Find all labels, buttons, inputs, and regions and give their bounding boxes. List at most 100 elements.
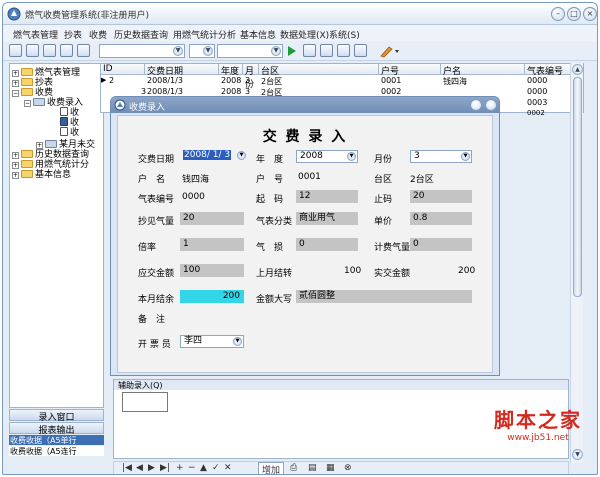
print-icon[interactable]: ⎙ (290, 463, 297, 473)
next-record-icon[interactable]: ▶ (148, 463, 155, 473)
column-header-month[interactable]: 月份 (243, 64, 259, 90)
scroll-up-icon[interactable]: ▲ (572, 64, 583, 75)
uppercase-field[interactable]: 贰佰圆整 (296, 290, 472, 303)
record-navigator: |◀ ◀ ▶ ▶| + − ▲ ✓ ✕ 增加 ⎙ ▤ ▦ ⊗ (113, 461, 569, 474)
issuer-select[interactable]: 李四 ▼ (180, 335, 244, 348)
meter-label: 气表编号 (138, 195, 175, 205)
report-output-header[interactable]: 报表输出 (9, 422, 104, 436)
balance-field[interactable]: 200 (180, 290, 244, 303)
reading-label: 抄见气量 (138, 217, 175, 227)
tree-item-basic-info[interactable]: + 基本信息 (12, 167, 71, 180)
remark-label: 备 注 (138, 315, 166, 325)
close-button[interactable]: × (583, 7, 597, 21)
menu-history[interactable]: 历史数据查询 (114, 28, 168, 41)
menu-data-process[interactable]: 数据处理(X) (280, 28, 329, 41)
dialog-title-bar: 收费录入 □ × (111, 97, 499, 113)
scroll-down-icon[interactable]: ▼ (572, 449, 583, 460)
vertical-scrollbar[interactable]: ▲ ▼ (570, 63, 583, 463)
row-pointer-icon: ▶ (101, 76, 107, 84)
first-record-icon[interactable]: |◀ (122, 463, 132, 473)
collapse-icon[interactable]: − (12, 90, 19, 97)
chevron-down-icon[interactable]: ▼ (203, 46, 213, 56)
sort-icon[interactable] (354, 44, 367, 57)
due-field[interactable]: 100 (180, 264, 244, 277)
column-header-area[interactable]: 台区 (259, 64, 379, 77)
filter-combo-3[interactable]: ▼ (217, 44, 283, 58)
chevron-down-icon[interactable]: ▼ (237, 151, 246, 160)
save-record-icon[interactable]: ✓ (212, 463, 220, 473)
account-label: 户 号 (256, 175, 284, 185)
month-select[interactable]: 3 ▼ (410, 150, 472, 163)
open-icon[interactable] (26, 44, 39, 57)
app-icon (114, 99, 126, 111)
last-record-icon[interactable]: ▶| (160, 463, 170, 473)
start-reading-field[interactable]: 12 (296, 190, 358, 203)
billed-field[interactable]: 0 (410, 238, 472, 251)
print-icon[interactable] (43, 44, 56, 57)
charge-entry-dialog: 收费录入 □ × 交 费 录 入 交费日期 2008/ 1/ 3 ▼ 年 度 2… (110, 96, 500, 376)
up-icon[interactable]: ▲ (200, 463, 207, 473)
chevron-down-icon[interactable]: ▼ (233, 337, 242, 346)
prev-record-icon[interactable]: ◀ (136, 463, 143, 473)
menu-system[interactable]: 系统(S) (329, 28, 360, 41)
report-item-continuous[interactable]: 收费收据（A5连行 (9, 446, 104, 456)
find-icon[interactable] (303, 44, 316, 57)
pencil-icon[interactable] (379, 44, 401, 58)
menu-charge[interactable]: 收费 (89, 28, 107, 41)
chevron-down-icon[interactable]: ▼ (347, 152, 356, 161)
chevron-down-icon[interactable]: ▼ (461, 152, 470, 161)
year-select[interactable]: 2008 ▼ (296, 150, 358, 163)
chevron-down-icon[interactable]: ▼ (173, 46, 183, 56)
uppercase-label: 金额大写 (256, 295, 293, 305)
add-record-icon[interactable]: + (176, 463, 184, 473)
balance-label: 本月结余 (138, 295, 175, 305)
column-header-id[interactable]: ID (101, 64, 145, 75)
category-label: 气表分类 (256, 217, 293, 227)
multiplier-field[interactable]: 1 (180, 238, 244, 251)
chevron-down-icon[interactable]: ▼ (271, 46, 281, 56)
find-next-icon[interactable] (320, 44, 333, 57)
new-icon[interactable] (9, 44, 22, 57)
table-icon[interactable] (77, 44, 90, 57)
collapse-icon[interactable]: − (24, 100, 31, 107)
dialog-body: 交 费 录 入 交费日期 2008/ 1/ 3 ▼ 年 度 2008 ▼ 月份 … (117, 115, 493, 373)
minimize-button[interactable]: – (551, 7, 565, 21)
report-item-single[interactable]: 收费收据（A5单行 (9, 435, 104, 445)
mail-icon[interactable] (60, 44, 73, 57)
category-field[interactable]: 商业用气 (296, 212, 358, 225)
cancel-record-icon[interactable]: ✕ (224, 463, 232, 473)
scrollbar-thumb[interactable] (573, 77, 582, 297)
end-reading-field[interactable]: 20 (410, 190, 472, 203)
menu-basic-info[interactable]: 基本信息 (240, 28, 276, 41)
close-icon[interactable]: ⊗ (344, 463, 352, 473)
column-header-date[interactable]: 交费日期 (145, 64, 219, 77)
delete-record-icon[interactable]: − (188, 463, 196, 473)
maximize-button[interactable]: □ (567, 7, 581, 21)
play-icon[interactable] (287, 45, 297, 57)
menu-gas-meter[interactable]: 燃气表管理 (13, 28, 58, 41)
filter-icon[interactable] (337, 44, 350, 57)
filter-combo-1[interactable]: ▼ (99, 44, 185, 58)
column-header-account[interactable]: 户号 (379, 64, 441, 77)
filter-combo-2[interactable]: ▼ (189, 44, 215, 58)
reading-field[interactable]: 20 (180, 212, 244, 225)
menu-statistics[interactable]: 用燃气统计分析 (173, 28, 236, 41)
aux-entry-input[interactable] (122, 392, 168, 412)
expand-icon[interactable]: + (12, 172, 19, 179)
dialog-restore-button[interactable]: □ (470, 99, 482, 111)
paid-value[interactable]: 200 (458, 266, 475, 276)
date-picker[interactable]: 2008/ 1/ 3 ▼ (180, 150, 246, 163)
column-header-meter[interactable]: 气表编号 (525, 64, 571, 77)
add-button[interactable]: 增加 (258, 462, 285, 474)
entry-window-header[interactable]: 录入窗口 (9, 409, 104, 423)
dialog-close-button[interactable]: × (485, 99, 497, 111)
year-label: 年 度 (256, 155, 284, 165)
price-field[interactable]: 0.8 (410, 212, 472, 225)
export-icon[interactable]: ▦ (326, 463, 335, 473)
menu-reading[interactable]: 抄表 (64, 28, 82, 41)
loss-field[interactable]: 0 (296, 238, 358, 251)
preview-icon[interactable]: ▤ (308, 463, 317, 473)
column-header-name[interactable]: 户名 (441, 64, 525, 77)
column-header-year[interactable]: 年度 (219, 64, 243, 77)
dialog-heading: 交 费 录 入 (262, 129, 348, 145)
